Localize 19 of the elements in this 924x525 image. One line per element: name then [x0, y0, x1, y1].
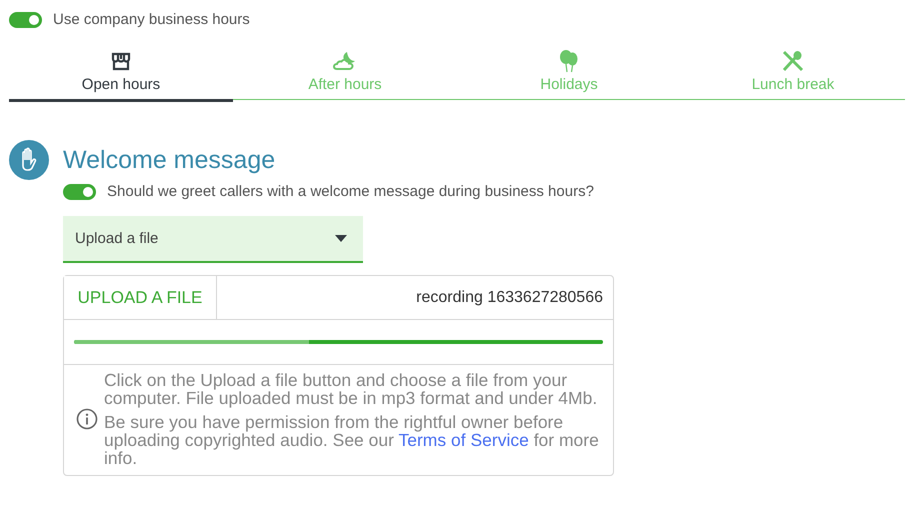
info-text: Click on the Upload a file button and choose a file from your computer. File uploaded must be in mp3 format and under 4Mb. — [104, 371, 598, 407]
section-title: Welcome message — [63, 146, 276, 175]
info-icon — [76, 408, 98, 430]
toggle-label: Use company business hours — [53, 11, 250, 28]
terms-link[interactable]: Terms of Service — [398, 430, 529, 450]
toggle-switch[interactable] — [63, 184, 96, 200]
tab[interactable]: Lunch break — [681, 48, 905, 100]
toggle-label: Should we greet callers with a welcome message during business hours? — [107, 183, 594, 200]
utensils-icon — [781, 49, 805, 73]
toggle-switch[interactable] — [9, 12, 42, 28]
tab[interactable]: After hours — [233, 48, 457, 100]
source-dropdown[interactable]: Upload a file — [63, 216, 363, 263]
file-name: recording 1633627280566 — [415, 288, 604, 306]
tab[interactable]: Holidays — [457, 48, 681, 100]
hand-icon — [9, 140, 49, 180]
info-text: Be sure you have permission from the rightful owner before uploading copyrighted audio. See our Terms of Service for more info. — [104, 413, 600, 467]
caret-icon — [335, 235, 347, 242]
upload-button[interactable]: UPLOAD A FILE — [64, 276, 217, 319]
tab[interactable]: Open hours — [9, 48, 233, 102]
